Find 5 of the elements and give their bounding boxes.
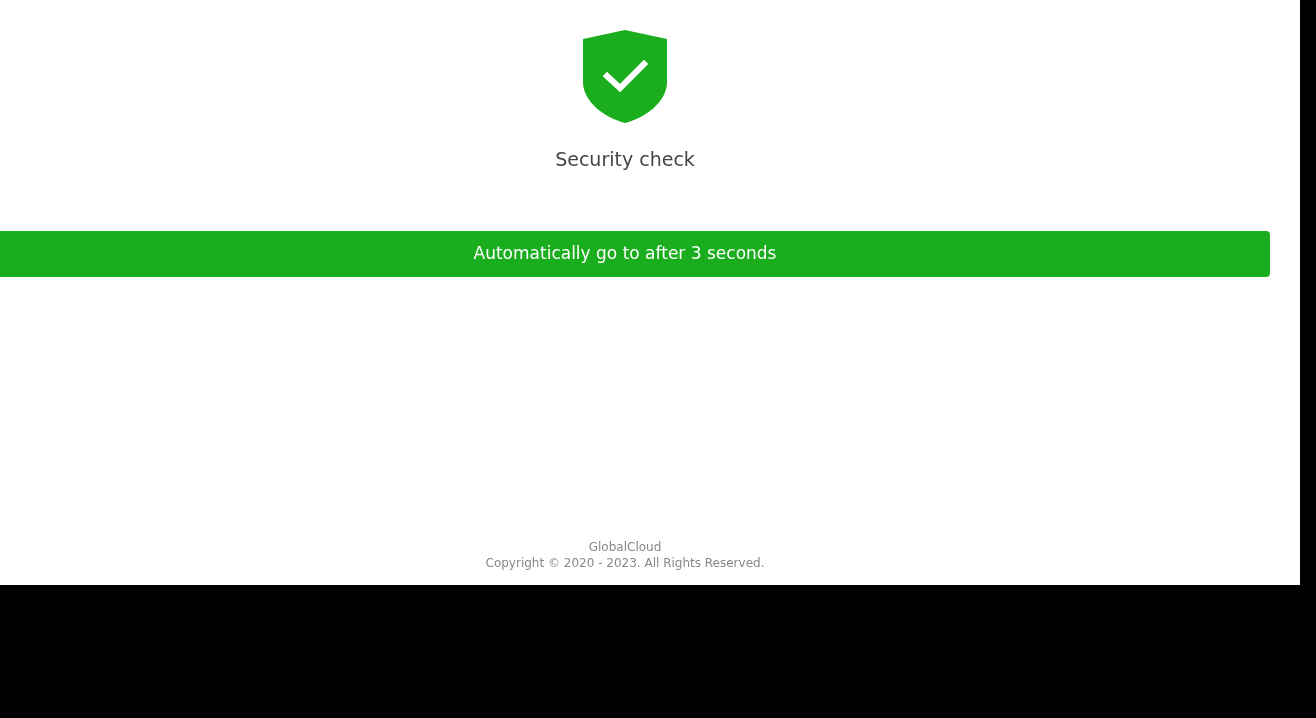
page-title: Security check xyxy=(555,147,695,172)
redirect-banner: Automatically go to after 3 seconds xyxy=(0,231,1270,277)
shield-check-icon xyxy=(583,30,667,123)
brand-name: GlobalCloud xyxy=(588,539,662,555)
copyright-text: Copyright © 2020 - 2023. All Rights Reserved. xyxy=(485,555,765,571)
